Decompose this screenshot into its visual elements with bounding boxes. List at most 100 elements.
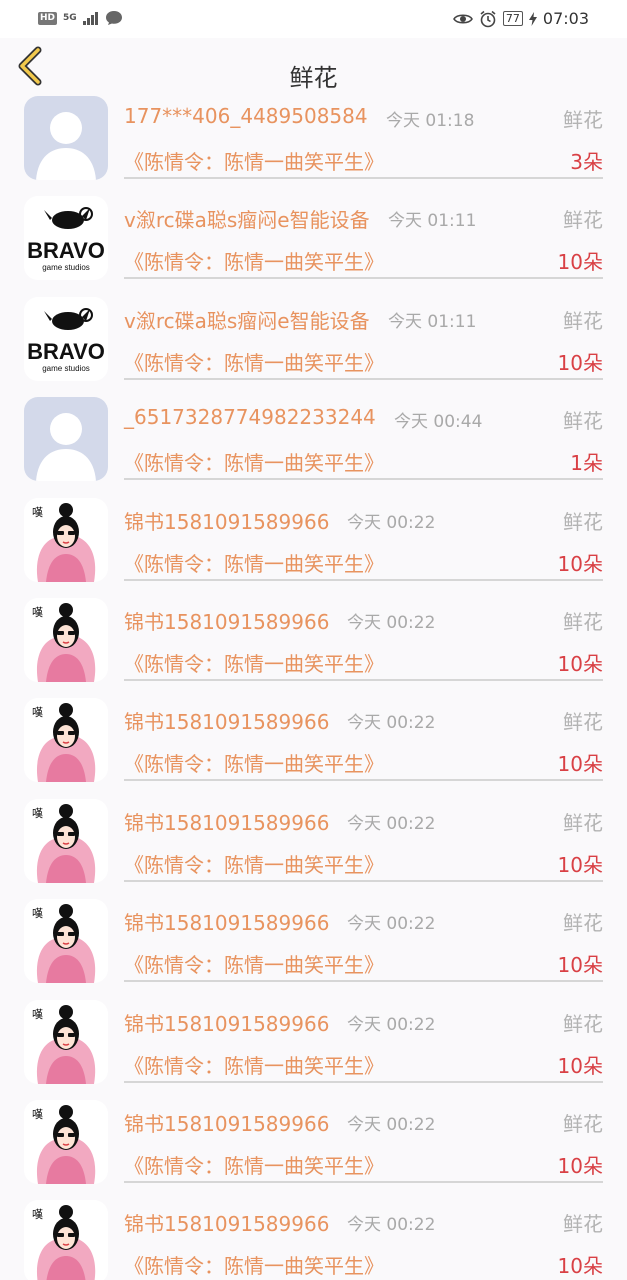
- clock: 07:03: [542, 9, 589, 28]
- sender-name[interactable]: 锦书1581091589966: [124, 606, 329, 635]
- gift-type: 鲜花: [563, 810, 603, 835]
- list-item[interactable]: BRAVO game studios v溆rc碟a聪s瘤闷e智能设备 今天 01:11…: [0, 194, 627, 294]
- drama-title[interactable]: 《陈情令：陈情一曲笑平生》: [124, 447, 384, 476]
- sender-name[interactable]: 锦书1581091589966: [124, 1008, 329, 1037]
- status-right: 77 07:03: [452, 9, 589, 28]
- gift-time: 今天 00:22: [347, 914, 436, 935]
- gift-time: 今天 01:11: [388, 311, 477, 332]
- svg-text:嘆: 嘆: [32, 606, 43, 619]
- sender-name[interactable]: 锦书1581091589966: [124, 1108, 329, 1137]
- avatar[interactable]: 嘆: [24, 597, 108, 682]
- row-divider: [124, 980, 603, 983]
- drama-title[interactable]: 《陈情令：陈情一曲笑平生》: [124, 347, 384, 376]
- network-label: 5G: [63, 13, 77, 23]
- svg-text:嘆: 嘆: [32, 807, 43, 820]
- gift-count: 10朵: [557, 1254, 603, 1279]
- gift-time: 今天 00:22: [347, 713, 436, 734]
- avatar[interactable]: 嘆: [24, 1200, 108, 1280]
- gift-count: 10朵: [557, 1053, 603, 1078]
- avatar[interactable]: 嘆: [24, 999, 108, 1084]
- row-divider: [124, 678, 603, 681]
- drama-title[interactable]: 《陈情令：陈情一曲笑平生》: [124, 849, 384, 878]
- sender-name[interactable]: 锦书1581091589966: [124, 907, 329, 936]
- sender-name[interactable]: 177***406_4489508584: [124, 104, 368, 128]
- gift-count: 10朵: [557, 852, 603, 877]
- signal-icon: [82, 12, 98, 25]
- gift-time: 今天 00:22: [347, 512, 436, 533]
- gift-list[interactable]: 177***406_4489508584 今天 01:18 鲜花 《陈情令：陈情一曲笑…: [0, 94, 627, 1280]
- drama-title[interactable]: 《陈情令：陈情一曲笑平生》: [124, 548, 384, 577]
- sender-name[interactable]: 锦书1581091589966: [124, 506, 329, 535]
- gift-time: 今天 00:22: [347, 813, 436, 834]
- svg-text:BRAVO: BRAVO: [27, 339, 105, 364]
- gift-type: 鲜花: [563, 1212, 603, 1237]
- sender-name[interactable]: 锦书1581091589966: [124, 807, 329, 836]
- row-divider: [124, 377, 603, 380]
- gift-time: 今天 00:22: [347, 1014, 436, 1035]
- drama-title[interactable]: 《陈情令：陈情一曲笑平生》: [124, 1050, 384, 1079]
- sender-name[interactable]: _6517328774982233244: [124, 405, 376, 429]
- gift-count: 3朵: [570, 150, 603, 174]
- sender-name[interactable]: v溆rc碟a聪s瘤闷e智能设备: [124, 305, 370, 334]
- row-divider: [124, 1080, 603, 1083]
- gift-type: 鲜花: [563, 1111, 603, 1136]
- svg-text:嘆: 嘆: [32, 506, 43, 519]
- alarm-icon: [480, 10, 496, 27]
- battery-indicator: 77: [502, 11, 523, 26]
- list-item[interactable]: 嘆 锦书1581091589966 今天 00:22 鲜花 《陈情令：陈情一曲笑平生》 1…: [0, 596, 627, 696]
- page-title: 鲜花: [289, 64, 338, 92]
- gift-type: 鲜花: [563, 409, 603, 434]
- svg-text:game studios: game studios: [42, 263, 90, 272]
- avatar[interactable]: [24, 96, 108, 180]
- row-divider: [124, 277, 603, 280]
- list-item[interactable]: 嘆 锦书1581091589966 今天 00:22 鲜花 《陈情令：陈情一曲笑平生》 1…: [0, 1098, 627, 1198]
- avatar[interactable]: 嘆: [24, 899, 108, 984]
- svg-text:嘆: 嘆: [32, 706, 43, 719]
- drama-title[interactable]: 《陈情令：陈情一曲笑平生》: [124, 146, 384, 175]
- drama-title[interactable]: 《陈情令：陈情一曲笑平生》: [124, 949, 384, 978]
- gift-count: 10朵: [557, 752, 603, 777]
- gift-type: 鲜花: [563, 911, 603, 936]
- row-divider: [124, 478, 603, 481]
- gift-type: 鲜花: [563, 509, 603, 534]
- row-divider: [124, 578, 603, 581]
- eye-icon: [452, 13, 473, 24]
- drama-title[interactable]: 《陈情令：陈情一曲笑平生》: [124, 1150, 384, 1179]
- gift-time: 今天 00:22: [347, 1215, 436, 1236]
- list-item[interactable]: 嘆 锦书1581091589966 今天 00:22 鲜花《陈情令：陈情一曲笑平生》 1…: [0, 998, 627, 1098]
- list-item[interactable]: 177***406_4489508584 今天 01:18 鲜花 《陈情令：陈情一曲笑…: [0, 94, 627, 194]
- avatar[interactable]: BRAVO game studios: [24, 296, 108, 381]
- list-item[interactable]: 嘆 锦书1581091589966 今天 00:22 鲜花《陈情令：陈情一曲笑平生》 1…: [0, 797, 627, 897]
- gift-type: 鲜花: [563, 710, 603, 735]
- list-item[interactable]: 嘆 锦书1581091589966 今天 00:22 鲜花《陈情令：陈情一曲笑平生》 1…: [0, 1198, 627, 1280]
- charging-icon: [528, 11, 537, 26]
- list-item[interactable]: 嘆 锦书1581091589966 今天 00:22 鲜花《陈情令：陈情一曲笑平生》 1…: [0, 696, 627, 796]
- sender-name[interactable]: v溆rc碟a聪s瘤闷e智能设备: [124, 204, 370, 233]
- drama-title[interactable]: 《陈情令：陈情一曲笑平生》: [124, 748, 384, 777]
- avatar[interactable]: 嘆: [24, 698, 108, 783]
- avatar[interactable]: 嘆: [24, 798, 108, 883]
- avatar[interactable]: [24, 397, 108, 482]
- avatar[interactable]: BRAVO game studios: [24, 196, 108, 281]
- list-item[interactable]: _6517328774982233244 今天 00:44 鲜花 《陈情令：陈情一曲笑…: [0, 395, 627, 495]
- list-item[interactable]: 嘆 锦书1581091589966 今天 00:22 鲜花《陈情令：陈情一曲笑平生》 1…: [0, 496, 627, 596]
- avatar[interactable]: 嘆: [24, 1099, 108, 1184]
- gift-count: 10朵: [557, 551, 603, 576]
- gift-type: 鲜花: [563, 1011, 603, 1036]
- drama-title[interactable]: 《陈情令：陈情一曲笑平生》: [124, 1250, 384, 1279]
- gift-count: 10朵: [557, 953, 603, 978]
- avatar[interactable]: 嘆: [24, 497, 108, 582]
- list-item[interactable]: BRAVO game studios v溆rc碟a聪s瘤闷e智能设备 今天 01:11…: [0, 295, 627, 395]
- svg-text:嘆: 嘆: [32, 1208, 43, 1221]
- app-header: 鲜花: [0, 38, 627, 94]
- gift-type: 鲜花: [563, 308, 603, 333]
- sender-name[interactable]: 锦书1581091589966: [124, 706, 329, 735]
- drama-title[interactable]: 《陈情令：陈情一曲笑平生》: [124, 648, 384, 677]
- sender-name[interactable]: 锦书1581091589966: [124, 1208, 329, 1237]
- gift-count: 10朵: [557, 651, 603, 676]
- gift-time: 今天 01:18: [386, 111, 475, 131]
- svg-text:嘆: 嘆: [32, 1108, 43, 1121]
- list-item[interactable]: 嘆 锦书1581091589966 今天 00:22 鲜花《陈情令：陈情一曲笑平生》 1…: [0, 897, 627, 997]
- row-divider: [124, 879, 603, 882]
- drama-title[interactable]: 《陈情令：陈情一曲笑平生》: [124, 246, 384, 275]
